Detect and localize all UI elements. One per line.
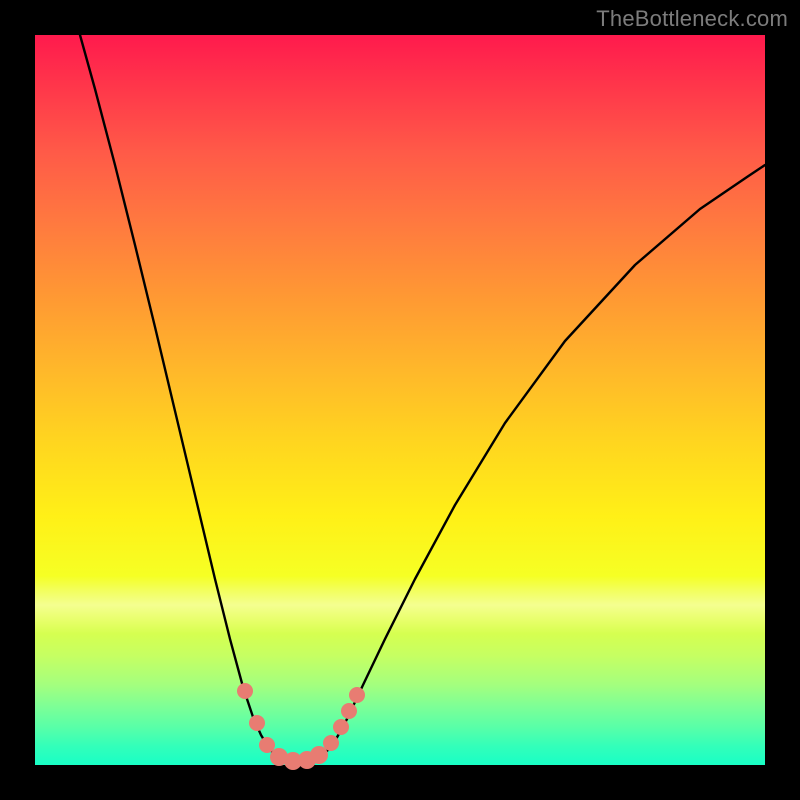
marker-point (259, 737, 275, 753)
marker-point (323, 735, 339, 751)
series-right-branch (317, 165, 765, 759)
marker-point (310, 746, 328, 764)
marker-point (249, 715, 265, 731)
series-group (80, 35, 765, 761)
series-left-branch (80, 35, 283, 759)
marker-point (237, 683, 253, 699)
marker-point (349, 687, 365, 703)
marker-point (333, 719, 349, 735)
watermark-label: TheBottleneck.com (596, 6, 788, 32)
curve-layer (35, 35, 765, 765)
marker-group (237, 683, 365, 770)
marker-point (341, 703, 357, 719)
chart-frame: TheBottleneck.com (0, 0, 800, 800)
